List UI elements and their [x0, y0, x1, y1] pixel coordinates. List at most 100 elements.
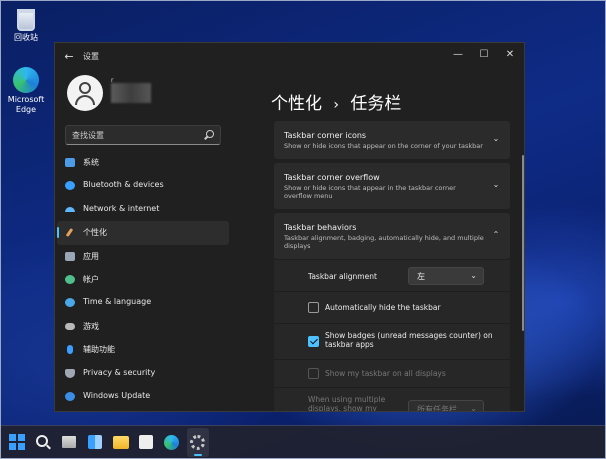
breadcrumb-parent[interactable]: 个性化 [271, 94, 322, 114]
start-button-icon[interactable] [9, 434, 25, 450]
multi-display-dropdown[interactable]: 所有任务栏 ⌄ [408, 400, 484, 412]
user-profile[interactable]: r [67, 75, 247, 115]
settings-window: ← 设置 — ☐ ✕ r 查找设置 系统 Bluetooth & devices… [54, 42, 525, 412]
task-view-icon[interactable] [62, 436, 76, 448]
search-icon[interactable] [36, 435, 48, 447]
wifi-icon [65, 206, 75, 212]
auto-hide-row: Automatically hide the taskbar [274, 291, 510, 323]
file-explorer-icon[interactable] [113, 436, 129, 449]
edge-desktop-icon[interactable]: Microsoft Edge [1, 67, 51, 115]
sidebar-item-gaming[interactable]: 游戏 [57, 315, 229, 338]
sidebar-item-label: Privacy & security [83, 367, 156, 377]
multi-display-value: 所有任务栏 [417, 405, 457, 412]
search-box[interactable]: 查找设置 [65, 125, 221, 145]
chevron-up-icon[interactable]: ⌃ [492, 231, 500, 239]
globe-icon [65, 298, 75, 308]
sidebar-item-label: Windows Update [83, 390, 151, 400]
accessibility-icon [67, 345, 73, 355]
card-title: Taskbar corner icons [284, 131, 367, 140]
show-badges-label: Show badges (unread messages counter) on… [325, 331, 493, 349]
recycle-bin-label: 回收站 [14, 33, 38, 42]
sidebar-item-label: Time & language [83, 297, 152, 307]
breadcrumb-current: 任务栏 [350, 94, 402, 114]
shield-icon [65, 368, 75, 378]
widgets-icon[interactable] [88, 435, 102, 449]
taskbar-corner-overflow-card[interactable]: Taskbar corner overflow Show or hide ico… [274, 163, 510, 209]
taskbar-alignment-row: Taskbar alignment 左 ⌄ [274, 259, 510, 291]
all-displays-row: Show my taskbar on all displays [274, 359, 510, 387]
search-input[interactable]: 查找设置 [72, 130, 104, 141]
sidebar-item-label: 系统 [83, 158, 99, 167]
taskbar-corner-icons-card[interactable]: Taskbar corner icons Show or hide icons … [274, 121, 510, 159]
apps-icon [65, 251, 75, 261]
multi-display-label: When using multiple displays, show my [308, 395, 386, 412]
person-icon [65, 274, 75, 284]
back-button[interactable]: ← [61, 49, 77, 65]
alignment-value: 左 [417, 272, 425, 281]
sidebar-item-label: 游戏 [83, 321, 99, 331]
breadcrumb-separator: › [333, 97, 340, 113]
recycle-bin-desktop-icon[interactable]: 回收站 [1, 9, 51, 43]
edge-icon [13, 67, 39, 93]
user-icon-head [79, 82, 91, 94]
auto-hide-label: Automatically hide the taskbar [325, 303, 441, 312]
bluetooth-icon [65, 181, 75, 191]
card-description: Show or hide icons that appear on the co… [284, 142, 483, 150]
brush-icon [65, 228, 74, 238]
sidebar-item-label: 辅助功能 [83, 345, 115, 355]
maximize-button[interactable]: ☐ [471, 46, 497, 64]
chevron-down-icon[interactable]: ⌄ [492, 181, 500, 189]
sidebar-item-accessibility[interactable]: 辅助功能 [57, 338, 229, 361]
multi-display-row: When using multiple displays, show my 所有… [274, 387, 510, 412]
sidebar-item-label: 帐户 [83, 274, 99, 284]
search-icon[interactable] [206, 130, 214, 138]
store-icon[interactable] [139, 435, 153, 449]
monitor-icon [65, 158, 75, 167]
scrollbar[interactable] [522, 155, 524, 331]
chevron-down-icon: ⌄ [470, 404, 477, 412]
card-title: Taskbar behaviors [284, 223, 357, 232]
taskbar [1, 425, 605, 458]
sidebar-item-accounts[interactable]: 帐户 [57, 268, 229, 291]
sidebar-item-personalization[interactable]: 个性化 [57, 221, 229, 245]
user-name-blurred [111, 83, 151, 103]
card-description: Taskbar alignment, badging, automaticall… [284, 234, 484, 250]
alignment-dropdown[interactable]: 左 ⌄ [408, 267, 484, 285]
sidebar-nav: 系统 Bluetooth & devices Network & interne… [57, 151, 229, 408]
taskbar-behaviors-card[interactable]: Taskbar behaviors Taskbar alignment, bad… [274, 213, 510, 259]
sidebar-item-label: 应用 [83, 251, 99, 261]
sidebar-item-network[interactable]: Network & internet [57, 198, 229, 221]
show-badges-row: Show badges (unread messages counter) on… [274, 323, 510, 359]
alignment-label: Taskbar alignment [308, 272, 377, 281]
title-bar: ← 设置 — ☐ ✕ [55, 43, 524, 71]
edge-icon[interactable] [164, 435, 179, 450]
sidebar-item-system[interactable]: 系统 [57, 151, 229, 174]
sidebar-item-privacy[interactable]: Privacy & security [57, 362, 229, 385]
card-title: Taskbar corner overflow [284, 173, 380, 182]
user-icon-shoulders [75, 95, 95, 105]
chevron-down-icon[interactable]: ⌄ [492, 135, 500, 143]
window-title: 设置 [83, 52, 99, 61]
card-description: Show or hide icons that appear in the ta… [284, 184, 456, 200]
sidebar-item-bluetooth[interactable]: Bluetooth & devices [57, 174, 229, 197]
edge-label: Microsoft Edge [7, 95, 45, 114]
all-displays-label: Show my taskbar on all displays [325, 369, 446, 378]
close-button[interactable]: ✕ [497, 46, 523, 64]
page-title: 个性化 › 任务栏 [271, 89, 401, 114]
sidebar-item-label: Network & internet [83, 203, 160, 213]
avatar [67, 75, 103, 111]
minimize-button[interactable]: — [445, 46, 471, 64]
sidebar-item-label: 个性化 [83, 228, 107, 238]
auto-hide-checkbox[interactable] [308, 302, 319, 313]
show-badges-checkbox[interactable] [308, 336, 319, 347]
refresh-icon [65, 391, 75, 401]
settings-gear-icon[interactable] [190, 435, 205, 450]
sidebar-item-apps[interactable]: 应用 [57, 245, 229, 268]
chevron-down-icon: ⌄ [470, 271, 477, 280]
gamepad-icon [65, 322, 75, 330]
sidebar-item-time-language[interactable]: Time & language [57, 291, 229, 314]
sidebar-item-windows-update[interactable]: Windows Update [57, 385, 229, 408]
recycle-bin-icon [17, 9, 35, 31]
sidebar-item-label: Bluetooth & devices [83, 180, 164, 190]
all-displays-checkbox[interactable] [308, 368, 319, 379]
